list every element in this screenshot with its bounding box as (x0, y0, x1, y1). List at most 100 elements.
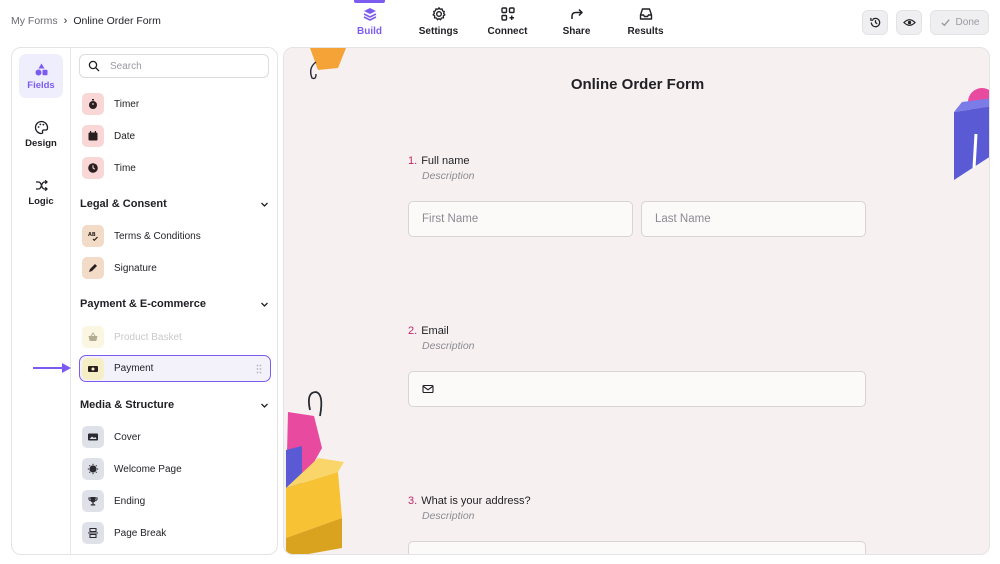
tab-build[interactable]: Build (335, 0, 404, 44)
question-description[interactable]: Description (422, 170, 475, 182)
field-list: Timer Date Time Legal & Consent AB Terms… (72, 48, 277, 554)
tab-connect[interactable]: Connect (473, 0, 542, 44)
email-field[interactable] (408, 371, 866, 407)
rail-design[interactable]: Design (19, 112, 63, 156)
field-item-label: Signature (114, 262, 157, 274)
field-search (79, 54, 269, 78)
left-panel: Fields Design Logic Timer Date Time (11, 47, 278, 555)
field-item-label: Time (114, 162, 136, 174)
question-address[interactable]: 3. What is your address? Description (408, 491, 531, 522)
gift-box-illustration (954, 88, 989, 180)
chevron-down-icon (261, 403, 268, 408)
section-media-structure[interactable]: Media & Structure (80, 399, 270, 411)
tab-share-label: Share (562, 26, 591, 37)
breadcrumb-my-forms[interactable]: My Forms (11, 15, 58, 27)
svg-text:AB: AB (88, 232, 96, 238)
section-title: Payment & E-commerce (80, 298, 206, 310)
rail-logic-label: Logic (28, 195, 54, 207)
field-item-signature[interactable]: Signature (80, 255, 270, 281)
palette-icon (34, 120, 48, 134)
tab-build-label: Build (357, 26, 382, 37)
page-break-icon (82, 522, 104, 544)
check-icon (940, 19, 950, 27)
form-title[interactable]: Online Order Form (284, 76, 989, 93)
rail-fields[interactable]: Fields (19, 54, 63, 98)
question-description[interactable]: Description (422, 510, 475, 522)
question-title: Full name (421, 155, 470, 167)
breadcrumb-separator: › (63, 15, 68, 27)
done-button[interactable]: Done (930, 10, 989, 35)
shuffle-icon (35, 179, 48, 191)
basket-icon (82, 326, 104, 348)
pen-icon (82, 257, 104, 279)
connect-icon (500, 7, 515, 21)
first-name-field[interactable]: First Name (408, 201, 633, 237)
question-title: What is your address? (421, 495, 531, 507)
field-item-timer[interactable]: Timer (80, 91, 270, 117)
drag-handle-icon[interactable] (256, 364, 262, 374)
question-email[interactable]: 2. Email Description (408, 321, 475, 352)
layers-icon (363, 8, 376, 21)
rail-fields-label: Fields (27, 79, 55, 91)
search-input[interactable] (110, 60, 260, 72)
field-item-product-basket: Product Basket (80, 324, 270, 350)
tab-settings-label: Settings (418, 26, 459, 37)
field-item-time[interactable]: Time (80, 155, 270, 181)
field-item-label: Payment (114, 363, 154, 374)
field-item-ending[interactable]: Ending (80, 488, 270, 514)
calendar-icon (82, 125, 104, 147)
chevron-down-icon (261, 302, 268, 307)
rail-logic[interactable]: Logic (19, 170, 63, 214)
question-full-name[interactable]: 1. Full name Description (408, 151, 475, 182)
question-number: 2. (408, 325, 418, 337)
history-icon (869, 17, 880, 28)
field-item-label: Product Basket (114, 331, 182, 343)
share-icon (570, 8, 583, 19)
rail-design-label: Design (25, 137, 57, 149)
last-name-field[interactable]: Last Name (641, 201, 866, 237)
gear-icon (431, 7, 446, 21)
question-description[interactable]: Description (422, 340, 475, 352)
shopping-bag-illustration (286, 391, 344, 554)
field-item-terms[interactable]: AB Terms & Conditions (80, 223, 270, 249)
section-payment-ecommerce[interactable]: Payment & E-commerce (80, 298, 270, 310)
tab-settings[interactable]: Settings (404, 0, 473, 44)
top-bar: My Forms › Online Order Form Build Setti… (0, 0, 1000, 44)
welcome-icon (82, 458, 104, 480)
eye-icon (902, 19, 916, 26)
chevron-down-icon (261, 202, 268, 207)
inbox-icon (639, 8, 652, 20)
tab-share[interactable]: Share (542, 0, 611, 44)
field-item-label: Ending (114, 495, 146, 507)
history-button[interactable] (862, 10, 888, 35)
timer-icon (82, 93, 104, 115)
field-item-page-break[interactable]: Page Break (80, 520, 270, 546)
done-button-label: Done (955, 17, 980, 28)
field-item-label: Terms & Conditions (114, 230, 201, 242)
tab-results[interactable]: Results (611, 0, 680, 44)
field-item-label: Cover (114, 431, 141, 443)
section-title: Media & Structure (80, 399, 175, 411)
breadcrumb-current-form: Online Order Form (73, 15, 161, 27)
cash-icon (82, 357, 104, 380)
tab-results-label: Results (627, 26, 664, 37)
field-item-cover[interactable]: Cover (80, 424, 270, 450)
cover-icon (82, 426, 104, 448)
field-item-date[interactable]: Date (80, 123, 270, 149)
mail-icon (422, 384, 434, 394)
preview-button[interactable] (896, 10, 922, 35)
tab-connect-label: Connect (487, 26, 528, 37)
question-number: 3. (408, 495, 418, 507)
question-title: Email (421, 325, 449, 337)
field-item-label: Timer (114, 98, 140, 110)
address-field[interactable] (408, 541, 866, 554)
section-legal-consent[interactable]: Legal & Consent (80, 198, 270, 210)
field-item-welcome-page[interactable]: Welcome Page (80, 456, 270, 482)
shapes-icon (35, 63, 47, 75)
breadcrumb: My Forms › Online Order Form (11, 15, 161, 27)
section-title: Legal & Consent (80, 198, 167, 210)
field-item-payment[interactable]: Payment (79, 355, 271, 382)
form-canvas: Online Order Form 1. Full name Descriptio… (283, 47, 990, 555)
clock-icon (82, 157, 104, 179)
arrow-right-icon (33, 363, 71, 373)
